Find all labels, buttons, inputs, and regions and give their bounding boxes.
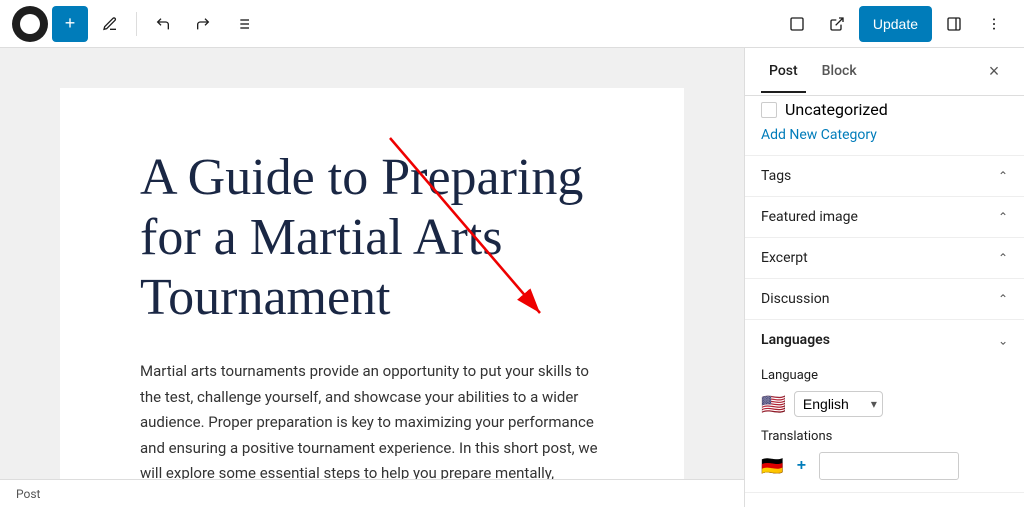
languages-chevron-icon: ⌃ <box>998 333 1008 347</box>
tags-label: Tags <box>761 168 791 184</box>
translations-row: 🇩🇪 + <box>761 452 1008 480</box>
uncategorized-checkbox[interactable] <box>761 102 777 118</box>
editor-content: A Guide to Preparing for a Martial Arts … <box>60 88 684 479</box>
list-view-button[interactable] <box>225 6 261 42</box>
translations-label: Translations <box>761 429 1008 444</box>
language-select[interactable]: English German French Spanish <box>794 391 883 417</box>
add-block-button[interactable]: + <box>52 6 88 42</box>
featured-image-label: Featured image <box>761 209 858 225</box>
tools-button[interactable] <box>92 6 128 42</box>
preview-button[interactable] <box>819 6 855 42</box>
add-translation-button[interactable]: + <box>789 454 813 478</box>
language-label: Language <box>761 368 1008 383</box>
tags-section-row[interactable]: Tags ⌃ <box>745 156 1024 196</box>
discussion-row[interactable]: Discussion ⌃ <box>745 279 1024 319</box>
language-select-wrapper: English German French Spanish <box>794 391 883 417</box>
wordpress-logo[interactable] <box>12 6 48 42</box>
de-flag-icon: 🇩🇪 <box>761 456 783 477</box>
update-button[interactable]: Update <box>859 6 932 42</box>
editor-area: A Guide to Preparing for a Martial Arts … <box>0 48 744 507</box>
more-options-button[interactable] <box>976 6 1012 42</box>
uncategorized-row: Uncategorized <box>745 96 1024 127</box>
editor-bottom-bar: Post <box>0 479 744 507</box>
toolbar: + <box>0 0 1024 48</box>
excerpt-section: Excerpt ⌃ <box>745 238 1024 279</box>
bottom-bar-label: Post <box>16 487 40 501</box>
discussion-chevron-icon: ⌃ <box>998 292 1008 306</box>
uncategorized-label: Uncategorized <box>785 100 888 119</box>
languages-header[interactable]: Languages ⌃ <box>745 320 1024 360</box>
redo-button[interactable] <box>185 6 221 42</box>
featured-image-row[interactable]: Featured image ⌃ <box>745 197 1024 237</box>
post-body[interactable]: Martial arts tournaments provide an oppo… <box>140 359 604 479</box>
divider-1 <box>136 12 137 36</box>
languages-section: Languages ⌃ Language 🇺🇸 English German F… <box>745 320 1024 493</box>
excerpt-row[interactable]: Excerpt ⌃ <box>745 238 1024 278</box>
tab-post[interactable]: Post <box>761 51 806 93</box>
wp-logo-inner <box>20 14 40 34</box>
translation-input[interactable] <box>819 452 959 480</box>
excerpt-label: Excerpt <box>761 250 808 266</box>
featured-image-chevron-icon: ⌃ <box>998 210 1008 224</box>
categories-section: Uncategorized Add New Category <box>745 96 1024 156</box>
toolbar-right: Update <box>779 6 1012 42</box>
tab-block[interactable]: Block <box>814 51 865 93</box>
add-new-category-link[interactable]: Add New Category <box>745 127 1024 155</box>
language-select-row: 🇺🇸 English German French Spanish <box>761 391 1008 417</box>
undo-button[interactable] <box>145 6 181 42</box>
view-button[interactable] <box>779 6 815 42</box>
discussion-section: Discussion ⌃ <box>745 279 1024 320</box>
editor-canvas[interactable]: A Guide to Preparing for a Martial Arts … <box>0 48 744 479</box>
discussion-label: Discussion <box>761 291 829 307</box>
tags-section: Tags ⌃ <box>745 156 1024 197</box>
sidebar-toggle-button[interactable] <box>936 6 972 42</box>
languages-body: Language 🇺🇸 English German French Spanis… <box>745 360 1024 492</box>
featured-image-section: Featured image ⌃ <box>745 197 1024 238</box>
us-flag-icon: 🇺🇸 <box>761 392 786 416</box>
languages-section-label: Languages <box>761 332 830 348</box>
sidebar-close-button[interactable]: × <box>980 58 1008 86</box>
tags-chevron-icon: ⌃ <box>998 169 1008 183</box>
post-title[interactable]: A Guide to Preparing for a Martial Arts … <box>140 148 604 327</box>
sidebar: Post Block × Uncategorized Add New Categ… <box>744 48 1024 507</box>
main-area: A Guide to Preparing for a Martial Arts … <box>0 48 1024 507</box>
sidebar-header: Post Block × <box>745 48 1024 96</box>
excerpt-chevron-icon: ⌃ <box>998 251 1008 265</box>
sidebar-body: Uncategorized Add New Category Tags ⌃ Fe… <box>745 96 1024 507</box>
toolbar-left: + <box>12 6 261 42</box>
